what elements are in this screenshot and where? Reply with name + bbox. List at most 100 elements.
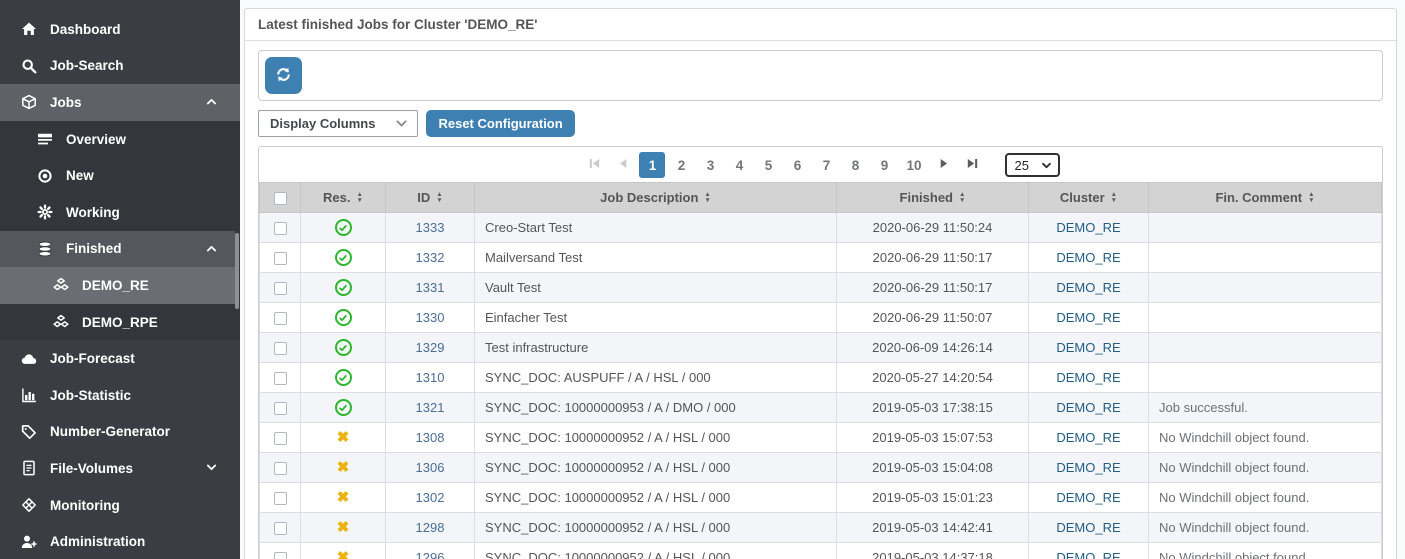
fin-comment-cell: No Windchill object found.	[1149, 483, 1382, 513]
cluster-link[interactable]: DEMO_RE	[1056, 400, 1120, 415]
cluster-link[interactable]: DEMO_RE	[1056, 430, 1120, 445]
fin-comment-cell	[1149, 333, 1382, 363]
page-button-5[interactable]: 5	[755, 152, 781, 178]
last-page-button[interactable]	[960, 152, 986, 178]
table-row: 1321SYNC_DOC: 10000000953 / A / DMO / 00…	[260, 393, 1382, 423]
sidebar-item-number-generator[interactable]: Number-Generator	[0, 414, 240, 451]
row-checkbox[interactable]	[274, 402, 287, 415]
sidebar-item-label: Dashboard	[50, 22, 121, 37]
row-checkbox[interactable]	[274, 312, 287, 325]
sidebar-item-finished[interactable]: Finished	[0, 231, 240, 268]
sidebar-item-new[interactable]: New	[0, 157, 240, 194]
sidebar-item-demo-re[interactable]: DEMO_RE	[0, 267, 240, 304]
row-checkbox[interactable]	[274, 372, 287, 385]
sidebar-item-job-statistic[interactable]: Job-Statistic	[0, 377, 240, 414]
home-icon	[19, 21, 39, 38]
page-button-9[interactable]: 9	[871, 152, 897, 178]
job-id-link[interactable]: 1308	[416, 430, 445, 445]
next-page-button[interactable]	[931, 152, 957, 178]
job-id-link[interactable]: 1302	[416, 490, 445, 505]
sidebar-item-working[interactable]: Working	[0, 194, 240, 231]
column-header-id[interactable]: ID▲▼	[386, 183, 475, 213]
column-header-res-[interactable]: Res.▲▼	[301, 183, 386, 213]
chevron-up-icon	[205, 242, 219, 256]
cluster-link[interactable]: DEMO_RE	[1056, 280, 1120, 295]
column-header-finished[interactable]: Finished▲▼	[837, 183, 1029, 213]
job-id-link[interactable]: 1330	[416, 310, 445, 325]
result-cell: ✖	[301, 423, 386, 453]
failed-icon: ✖	[337, 490, 350, 507]
job-id-link[interactable]: 1298	[416, 520, 445, 535]
sidebar-item-jobs[interactable]: Jobs	[0, 84, 240, 121]
page-button-3[interactable]: 3	[697, 152, 723, 178]
reset-configuration-button[interactable]: Reset Configuration	[426, 110, 574, 137]
page-button-4[interactable]: 4	[726, 152, 752, 178]
row-checkbox[interactable]	[274, 342, 287, 355]
page-size-select[interactable]: 25	[1005, 153, 1060, 177]
job-id-link[interactable]: 1333	[416, 220, 445, 235]
sidebar-item-job-forecast[interactable]: Job-Forecast	[0, 340, 240, 377]
job-description-cell: Creo-Start Test	[475, 213, 837, 243]
refresh-button[interactable]	[265, 57, 302, 94]
cluster-link[interactable]: DEMO_RE	[1056, 340, 1120, 355]
job-id-link[interactable]: 1321	[416, 400, 445, 415]
job-id-link[interactable]: 1296	[416, 550, 445, 559]
chevron-down-icon	[205, 461, 219, 475]
sidebar-item-dashboard[interactable]: Dashboard	[0, 11, 240, 48]
row-checkbox[interactable]	[274, 282, 287, 295]
job-description-cell: SYNC_DOC: AUSPUFF / A / HSL / 000	[475, 363, 837, 393]
id-cell: 1298	[386, 513, 475, 543]
job-id-link[interactable]: 1310	[416, 370, 445, 385]
column-label: Fin. Comment	[1215, 190, 1302, 205]
column-header-cluster[interactable]: Cluster▲▼	[1029, 183, 1149, 213]
page-button-7[interactable]: 7	[813, 152, 839, 178]
finished-cell: 2020-05-27 14:20:54	[837, 363, 1029, 393]
result-cell	[301, 273, 386, 303]
page-button-2[interactable]: 2	[668, 152, 694, 178]
cluster-link[interactable]: DEMO_RE	[1056, 310, 1120, 325]
select-all-checkbox[interactable]	[274, 192, 287, 205]
job-id-link[interactable]: 1332	[416, 250, 445, 265]
sidebar-item-file-volumes[interactable]: File-Volumes	[0, 450, 240, 487]
job-id-link[interactable]: 1331	[416, 280, 445, 295]
row-checkbox-cell	[260, 363, 301, 393]
column-header-job-description[interactable]: Job Description▲▼	[475, 183, 837, 213]
tag-icon	[19, 423, 39, 440]
cluster-link[interactable]: DEMO_RE	[1056, 370, 1120, 385]
select-all-header[interactable]	[260, 183, 301, 213]
row-checkbox-cell	[260, 513, 301, 543]
row-checkbox[interactable]	[274, 552, 287, 559]
sidebar-item-monitoring[interactable]: Monitoring	[0, 487, 240, 524]
row-checkbox[interactable]	[274, 222, 287, 235]
sidebar-item-demo-rpe[interactable]: DEMO_RPE	[0, 304, 240, 341]
column-header-fin-comment[interactable]: Fin. Comment▲▼	[1149, 183, 1382, 213]
cluster-link[interactable]: DEMO_RE	[1056, 550, 1120, 559]
fin-comment-cell	[1149, 213, 1382, 243]
first-page-button[interactable]	[581, 152, 607, 178]
cluster-link[interactable]: DEMO_RE	[1056, 250, 1120, 265]
sidebar: Dashboard Job-SearchJobsOverview New Workin…	[0, 0, 240, 559]
page-button-6[interactable]: 6	[784, 152, 810, 178]
job-id-link[interactable]: 1306	[416, 460, 445, 475]
job-id-link[interactable]: 1329	[416, 340, 445, 355]
row-checkbox[interactable]	[274, 522, 287, 535]
finished-cell: 2020-06-09 14:26:14	[837, 333, 1029, 363]
row-checkbox[interactable]	[274, 462, 287, 475]
cluster-link[interactable]: DEMO_RE	[1056, 520, 1120, 535]
sidebar-scrollbar[interactable]	[235, 233, 239, 309]
cluster-link[interactable]: DEMO_RE	[1056, 460, 1120, 475]
row-checkbox[interactable]	[274, 492, 287, 505]
cluster-link[interactable]: DEMO_RE	[1056, 220, 1120, 235]
row-checkbox[interactable]	[274, 252, 287, 265]
page-button-1[interactable]: 1	[639, 152, 665, 178]
sidebar-item-job-search[interactable]: Job-Search	[0, 48, 240, 85]
page-button-10[interactable]: 10	[900, 152, 927, 178]
sidebar-item-overview[interactable]: Overview	[0, 121, 240, 158]
sidebar-item-label: New	[66, 168, 94, 183]
previous-page-button[interactable]	[610, 152, 636, 178]
page-button-8[interactable]: 8	[842, 152, 868, 178]
row-checkbox[interactable]	[274, 432, 287, 445]
sidebar-item-administration[interactable]: Administration	[0, 523, 240, 559]
display-columns-select[interactable]: Display Columns	[258, 110, 418, 137]
cluster-link[interactable]: DEMO_RE	[1056, 490, 1120, 505]
